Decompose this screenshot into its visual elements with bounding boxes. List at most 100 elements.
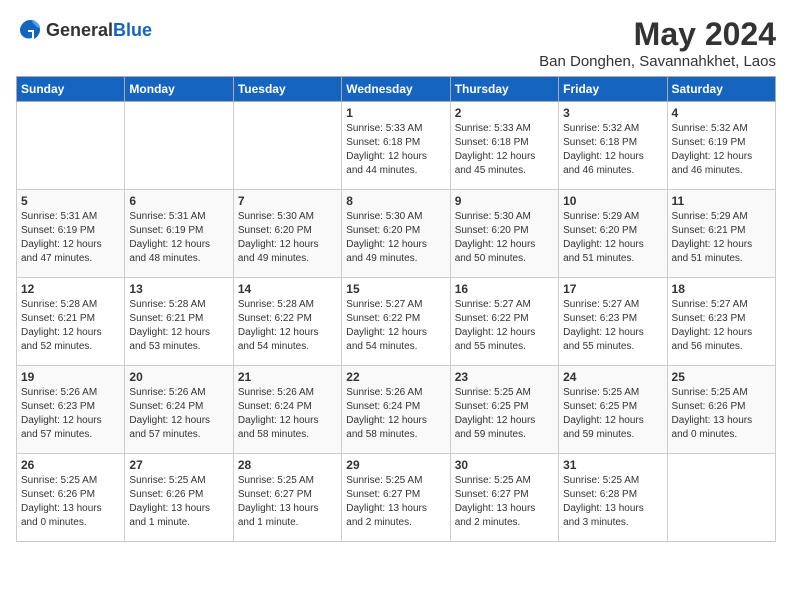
week-row-4: 19Sunrise: 5:26 AMSunset: 6:23 PMDayligh… bbox=[17, 366, 776, 454]
day-number: 14 bbox=[238, 282, 337, 296]
day-info: Sunrise: 5:32 AMSunset: 6:19 PMDaylight:… bbox=[672, 122, 771, 178]
day-info: Sunrise: 5:29 AMSunset: 6:21 PMDaylight:… bbox=[672, 210, 771, 266]
calendar-cell: 5 Sunrise: 5:31 AMSunset: 6:19 PMDaylight… bbox=[17, 190, 125, 278]
calendar-cell: 26 Sunrise: 5:25 AMSunset: 6:26 PMDayligh… bbox=[17, 454, 125, 542]
calendar-cell: 18 Sunrise: 5:27 AMSunset: 6:23 PMDayligh… bbox=[667, 278, 775, 366]
day-info: Sunrise: 5:27 AMSunset: 6:23 PMDaylight:… bbox=[563, 298, 662, 354]
calendar-cell: 16 Sunrise: 5:27 AMSunset: 6:22 PMDayligh… bbox=[450, 278, 558, 366]
calendar-table: SundayMondayTuesdayWednesdayThursdayFrid… bbox=[16, 76, 776, 542]
calendar-cell: 30 Sunrise: 5:25 AMSunset: 6:27 PMDayligh… bbox=[450, 454, 558, 542]
day-info: Sunrise: 5:30 AMSunset: 6:20 PMDaylight:… bbox=[455, 210, 554, 266]
day-info: Sunrise: 5:33 AMSunset: 6:18 PMDaylight:… bbox=[455, 122, 554, 178]
calendar-cell bbox=[233, 102, 341, 190]
calendar-cell: 4 Sunrise: 5:32 AMSunset: 6:19 PMDaylight… bbox=[667, 102, 775, 190]
day-info: Sunrise: 5:28 AMSunset: 6:22 PMDaylight:… bbox=[238, 298, 337, 354]
day-info: Sunrise: 5:25 AMSunset: 6:26 PMDaylight:… bbox=[21, 474, 120, 530]
day-number: 24 bbox=[563, 370, 662, 384]
calendar-cell: 27 Sunrise: 5:25 AMSunset: 6:26 PMDayligh… bbox=[125, 454, 233, 542]
calendar-cell: 9Sunrise: 5:30 AMSunset: 6:20 PMDaylight… bbox=[450, 190, 558, 278]
day-number: 22 bbox=[346, 370, 445, 384]
day-info: Sunrise: 5:26 AMSunset: 6:24 PMDaylight:… bbox=[129, 386, 228, 442]
calendar-cell: 31 Sunrise: 5:25 AMSunset: 6:28 PMDayligh… bbox=[559, 454, 667, 542]
calendar-cell: 13Sunrise: 5:28 AMSunset: 6:21 PMDayligh… bbox=[125, 278, 233, 366]
calendar-cell: 21 Sunrise: 5:26 AMSunset: 6:24 PMDayligh… bbox=[233, 366, 341, 454]
day-number: 27 bbox=[129, 458, 228, 472]
day-info: Sunrise: 5:26 AMSunset: 6:23 PMDaylight:… bbox=[21, 386, 120, 442]
day-header-thursday: Thursday bbox=[450, 77, 558, 102]
day-info: Sunrise: 5:31 AMSunset: 6:19 PMDaylight:… bbox=[129, 210, 228, 266]
calendar-cell: 22 Sunrise: 5:26 AMSunset: 6:24 PMDayligh… bbox=[342, 366, 450, 454]
location-title: Ban Donghen, Savannahkhet, Laos bbox=[539, 53, 776, 70]
day-number: 15 bbox=[346, 282, 445, 296]
calendar-cell: 7 Sunrise: 5:30 AMSunset: 6:20 PMDaylight… bbox=[233, 190, 341, 278]
day-header-sunday: Sunday bbox=[17, 77, 125, 102]
day-info: Sunrise: 5:25 AMSunset: 6:25 PMDaylight:… bbox=[563, 386, 662, 442]
day-number: 30 bbox=[455, 458, 554, 472]
week-row-2: 5 Sunrise: 5:31 AMSunset: 6:19 PMDaylight… bbox=[17, 190, 776, 278]
week-row-3: 12 Sunrise: 5:28 AMSunset: 6:21 PMDayligh… bbox=[17, 278, 776, 366]
title-area: May 2024 Ban Donghen, Savannahkhet, Laos bbox=[539, 16, 776, 70]
day-info: Sunrise: 5:27 AMSunset: 6:22 PMDaylight:… bbox=[455, 298, 554, 354]
calendar-cell bbox=[17, 102, 125, 190]
day-number: 28 bbox=[238, 458, 337, 472]
calendar-cell: 24 Sunrise: 5:25 AMSunset: 6:25 PMDayligh… bbox=[559, 366, 667, 454]
logo-blue-text: Blue bbox=[113, 20, 152, 40]
day-number: 18 bbox=[672, 282, 771, 296]
calendar-cell bbox=[667, 454, 775, 542]
day-number: 3 bbox=[563, 106, 662, 120]
day-info: Sunrise: 5:25 AMSunset: 6:28 PMDaylight:… bbox=[563, 474, 662, 530]
day-info: Sunrise: 5:30 AMSunset: 6:20 PMDaylight:… bbox=[238, 210, 337, 266]
day-info: Sunrise: 5:31 AMSunset: 6:19 PMDaylight:… bbox=[21, 210, 120, 266]
day-number: 31 bbox=[563, 458, 662, 472]
week-row-5: 26 Sunrise: 5:25 AMSunset: 6:26 PMDayligh… bbox=[17, 454, 776, 542]
calendar-cell: 14 Sunrise: 5:28 AMSunset: 6:22 PMDayligh… bbox=[233, 278, 341, 366]
day-number: 23 bbox=[455, 370, 554, 384]
day-number: 10 bbox=[563, 194, 662, 208]
day-info: Sunrise: 5:25 AMSunset: 6:26 PMDaylight:… bbox=[672, 386, 771, 442]
day-info: Sunrise: 5:25 AMSunset: 6:26 PMDaylight:… bbox=[129, 474, 228, 530]
day-info: Sunrise: 5:26 AMSunset: 6:24 PMDaylight:… bbox=[346, 386, 445, 442]
day-info: Sunrise: 5:25 AMSunset: 6:25 PMDaylight:… bbox=[455, 386, 554, 442]
day-info: Sunrise: 5:27 AMSunset: 6:23 PMDaylight:… bbox=[672, 298, 771, 354]
day-info: Sunrise: 5:29 AMSunset: 6:20 PMDaylight:… bbox=[563, 210, 662, 266]
day-number: 26 bbox=[21, 458, 120, 472]
calendar-cell: 29 Sunrise: 5:25 AMSunset: 6:27 PMDayligh… bbox=[342, 454, 450, 542]
day-info: Sunrise: 5:30 AMSunset: 6:20 PMDaylight:… bbox=[346, 210, 445, 266]
calendar-cell: 25Sunrise: 5:25 AMSunset: 6:26 PMDayligh… bbox=[667, 366, 775, 454]
day-number: 7 bbox=[238, 194, 337, 208]
day-number: 11 bbox=[672, 194, 771, 208]
day-number: 6 bbox=[129, 194, 228, 208]
calendar-cell: 19Sunrise: 5:26 AMSunset: 6:23 PMDayligh… bbox=[17, 366, 125, 454]
calendar-cell: 11 Sunrise: 5:29 AMSunset: 6:21 PMDayligh… bbox=[667, 190, 775, 278]
calendar-cell: 23 Sunrise: 5:25 AMSunset: 6:25 PMDayligh… bbox=[450, 366, 558, 454]
day-number: 12 bbox=[21, 282, 120, 296]
day-info: Sunrise: 5:25 AMSunset: 6:27 PMDaylight:… bbox=[346, 474, 445, 530]
day-info: Sunrise: 5:33 AMSunset: 6:18 PMDaylight:… bbox=[346, 122, 445, 178]
day-number: 20 bbox=[129, 370, 228, 384]
day-info: Sunrise: 5:25 AMSunset: 6:27 PMDaylight:… bbox=[238, 474, 337, 530]
day-info: Sunrise: 5:28 AMSunset: 6:21 PMDaylight:… bbox=[21, 298, 120, 354]
calendar-cell: 17Sunrise: 5:27 AMSunset: 6:23 PMDayligh… bbox=[559, 278, 667, 366]
day-number: 13 bbox=[129, 282, 228, 296]
day-number: 2 bbox=[455, 106, 554, 120]
calendar-cell: 10 Sunrise: 5:29 AMSunset: 6:20 PMDayligh… bbox=[559, 190, 667, 278]
calendar-cell bbox=[125, 102, 233, 190]
day-info: Sunrise: 5:25 AMSunset: 6:27 PMDaylight:… bbox=[455, 474, 554, 530]
day-number: 4 bbox=[672, 106, 771, 120]
day-info: Sunrise: 5:32 AMSunset: 6:18 PMDaylight:… bbox=[563, 122, 662, 178]
day-number: 5 bbox=[21, 194, 120, 208]
calendar-cell: 15Sunrise: 5:27 AMSunset: 6:22 PMDayligh… bbox=[342, 278, 450, 366]
day-number: 16 bbox=[455, 282, 554, 296]
day-number: 8 bbox=[346, 194, 445, 208]
day-number: 29 bbox=[346, 458, 445, 472]
calendar-cell: 2 Sunrise: 5:33 AMSunset: 6:18 PMDaylight… bbox=[450, 102, 558, 190]
calendar-cell: 28 Sunrise: 5:25 AMSunset: 6:27 PMDayligh… bbox=[233, 454, 341, 542]
day-number: 1 bbox=[346, 106, 445, 120]
day-info: Sunrise: 5:26 AMSunset: 6:24 PMDaylight:… bbox=[238, 386, 337, 442]
month-title: May 2024 bbox=[539, 16, 776, 53]
calendar-cell: 3 Sunrise: 5:32 AMSunset: 6:18 PMDaylight… bbox=[559, 102, 667, 190]
day-number: 21 bbox=[238, 370, 337, 384]
logo-icon bbox=[16, 16, 44, 44]
day-header-wednesday: Wednesday bbox=[342, 77, 450, 102]
day-header-friday: Friday bbox=[559, 77, 667, 102]
